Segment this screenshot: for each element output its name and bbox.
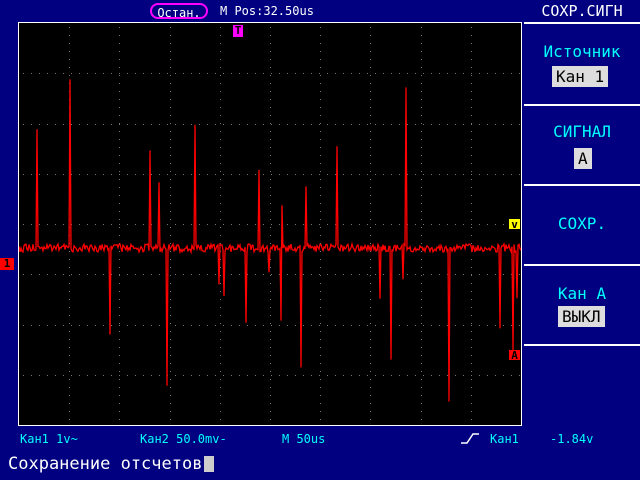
run-stop-badge[interactable]: Остан. <box>150 3 208 20</box>
footer-text: Сохранение отсчетов <box>8 454 203 474</box>
trigger-level-marker[interactable]: v <box>509 219 520 230</box>
bottom-status-bar: Кан1 1v~ Кан2 50.0mv- M 50us Кан1 -1.84v <box>0 430 640 448</box>
footer-message: Сохранение отсчетов <box>8 454 215 474</box>
ch2-scale: Кан2 50.0mv- <box>140 432 227 446</box>
channel-1-ground-marker[interactable]: 1 <box>0 258 14 270</box>
source-value: Кан 1 <box>552 66 609 87</box>
trigger-level: -1.84v <box>550 432 594 446</box>
menu-save[interactable]: СОХР. <box>524 184 640 264</box>
waveform-display <box>19 27 521 420</box>
menu-empty <box>524 344 640 426</box>
trigger-channel: Кан1 <box>490 432 519 446</box>
horizontal-position-readout: M Pos:32.50us <box>220 4 314 18</box>
signal-label: СИГНАЛ <box>553 122 611 141</box>
timebase: M 50us <box>282 432 326 446</box>
ch1-scale: Кан1 1v~ <box>20 432 78 446</box>
trigger-position-marker[interactable]: T <box>233 25 243 37</box>
channel-a-value: ВЫКЛ <box>558 306 605 327</box>
cursor-icon <box>204 456 215 472</box>
top-status-bar: Остан. M Pos:32.50us СОХР.СИГН <box>0 0 640 22</box>
menu-source[interactable]: Источник Кан 1 <box>524 22 640 104</box>
menu-title: СОХР.СИГН <box>541 2 623 20</box>
menu-channel-a[interactable]: Кан А ВЫКЛ <box>524 264 640 344</box>
waveform-screen <box>18 22 522 426</box>
channel-a-label: Кан А <box>557 284 607 303</box>
save-label: СОХР. <box>557 214 607 233</box>
channel-1-trace <box>19 79 521 402</box>
source-label: Источник <box>543 42 621 61</box>
ref-a-marker: A <box>509 350 520 361</box>
side-menu: Источник Кан 1 СИГНАЛ А СОХР. Кан А ВЫКЛ <box>524 22 640 426</box>
rising-edge-icon <box>461 433 479 444</box>
signal-value: А <box>574 148 592 169</box>
graticule <box>23 27 520 420</box>
menu-signal[interactable]: СИГНАЛ А <box>524 104 640 184</box>
